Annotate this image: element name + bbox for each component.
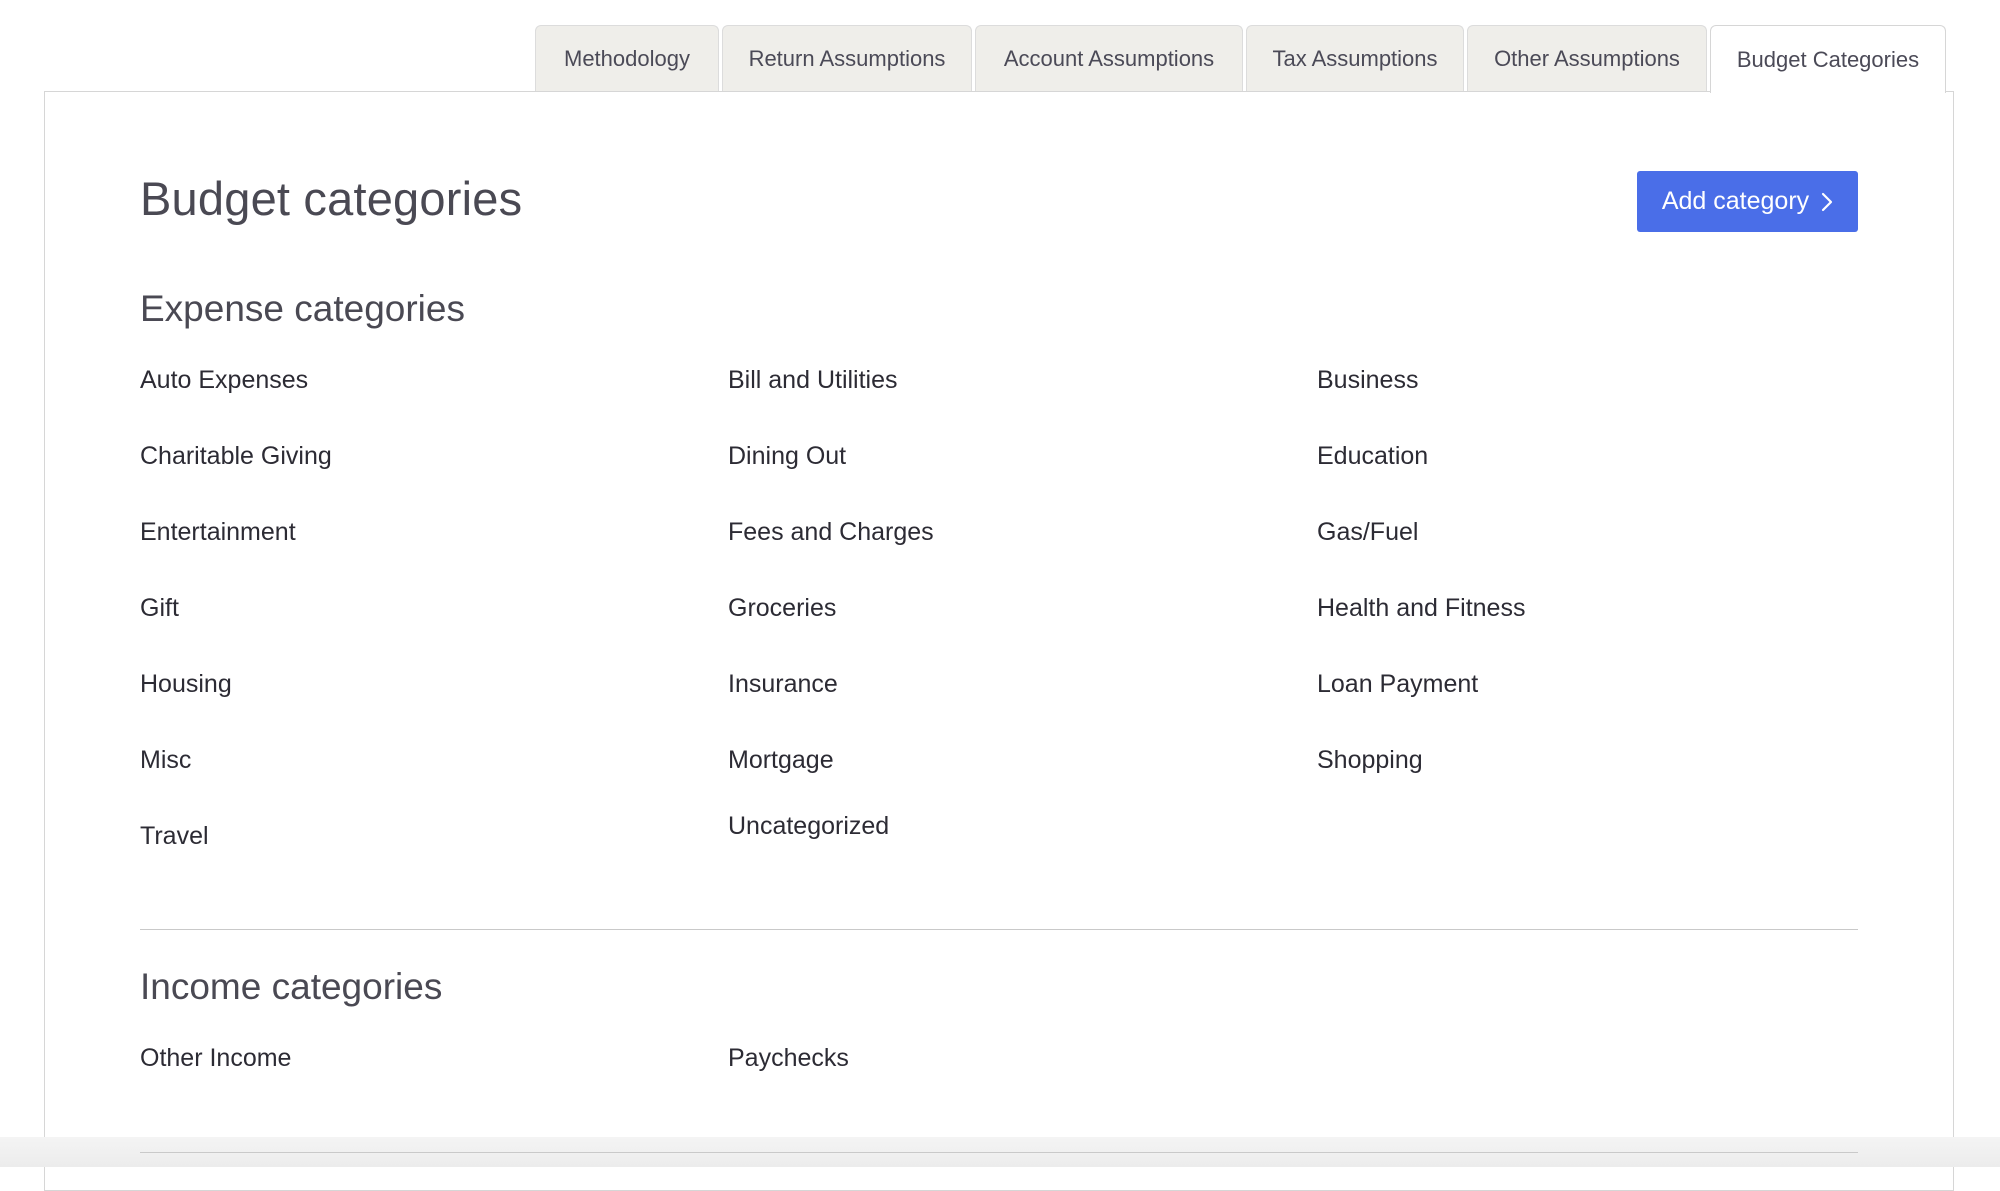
chevron-right-icon: [1822, 192, 1833, 211]
expense-category-item[interactable]: Bill and Utilities: [728, 366, 898, 395]
section-divider: [140, 929, 1858, 930]
expense-category-item[interactable]: Uncategorized: [728, 812, 889, 841]
expense-categories-heading: Expense categories: [140, 288, 465, 329]
add-category-button[interactable]: Add category: [1637, 171, 1858, 232]
tab-account-assumptions[interactable]: Account Assumptions: [975, 25, 1243, 92]
tab-tax-assumptions[interactable]: Tax Assumptions: [1246, 25, 1464, 92]
tab-methodology[interactable]: Methodology: [535, 25, 719, 92]
expense-category-item[interactable]: Fees and Charges: [728, 518, 934, 547]
expense-category-item[interactable]: Housing: [140, 670, 232, 699]
expense-category-item[interactable]: Gas/Fuel: [1317, 518, 1418, 547]
page-title: Budget categories: [140, 172, 523, 225]
add-category-label: Add category: [1661, 187, 1810, 215]
expense-category-item[interactable]: Insurance: [728, 670, 838, 699]
budget-categories-panel: [44, 91, 1954, 1191]
tab-other-assumptions[interactable]: Other Assumptions: [1467, 25, 1707, 92]
income-category-item[interactable]: Paychecks: [728, 1044, 849, 1073]
assumptions-tab-bar: Methodology Return Assumptions Account A…: [535, 24, 1949, 93]
expense-category-item[interactable]: Dining Out: [728, 442, 846, 471]
expense-category-item[interactable]: Auto Expenses: [140, 366, 308, 395]
tab-return-assumptions[interactable]: Return Assumptions: [722, 25, 972, 92]
expense-category-item[interactable]: Business: [1317, 366, 1418, 395]
expense-category-item[interactable]: Education: [1317, 442, 1428, 471]
section-divider: [140, 1152, 1858, 1153]
income-categories-heading: Income categories: [140, 966, 443, 1007]
expense-category-item[interactable]: Charitable Giving: [140, 442, 332, 471]
expense-category-item[interactable]: Travel: [140, 822, 209, 851]
expense-category-item[interactable]: Groceries: [728, 594, 836, 623]
expense-category-item[interactable]: Gift: [140, 594, 179, 623]
expense-category-item[interactable]: Misc: [140, 746, 191, 775]
expense-category-item[interactable]: Shopping: [1317, 746, 1423, 775]
income-category-item[interactable]: Other Income: [140, 1044, 291, 1073]
expense-category-item[interactable]: Loan Payment: [1317, 670, 1478, 699]
expense-category-item[interactable]: Entertainment: [140, 518, 296, 547]
tab-budget-categories[interactable]: Budget Categories: [1710, 25, 1946, 93]
expense-category-item[interactable]: Mortgage: [728, 746, 834, 775]
expense-category-item[interactable]: Health and Fitness: [1317, 594, 1525, 623]
